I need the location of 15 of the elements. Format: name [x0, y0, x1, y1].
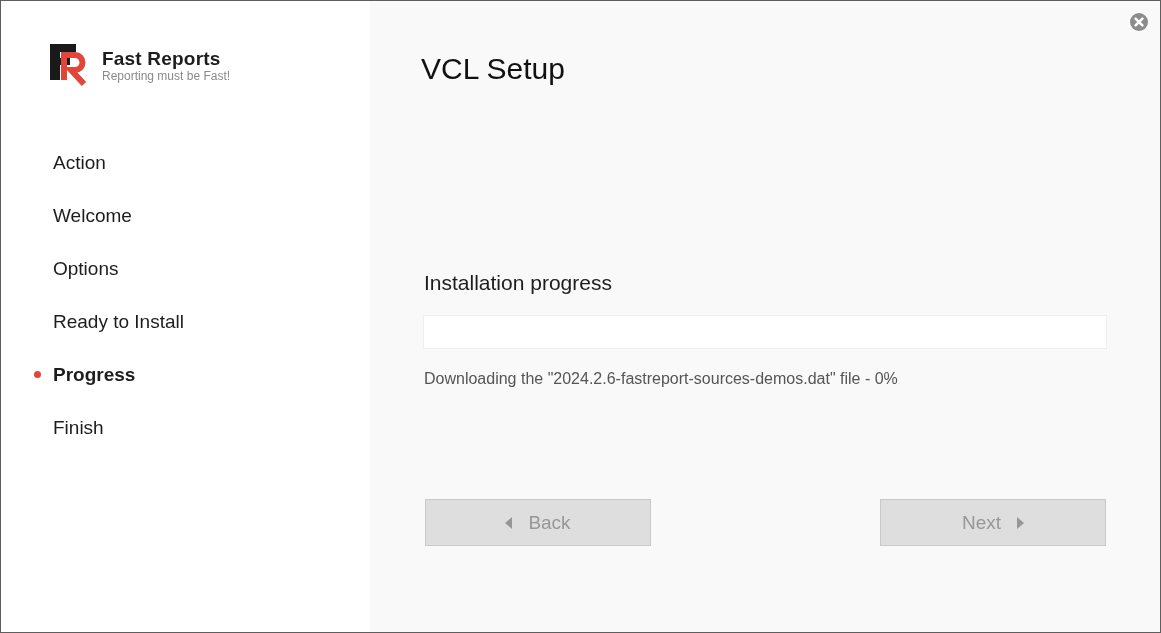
- step-label: Options: [53, 256, 119, 281]
- step-label: Ready to Install: [53, 309, 184, 334]
- close-icon[interactable]: [1130, 13, 1148, 31]
- step-label: Welcome: [53, 203, 132, 228]
- brand-tagline: Reporting must be Fast!: [102, 68, 231, 83]
- step-label: Finish: [53, 415, 104, 440]
- download-status: Downloading the "2024.2.6-fastreport-sources-demos.dat" file - 0%: [424, 370, 898, 388]
- right-triangle-icon: [1017, 516, 1025, 529]
- brand-name: Fast Reports: [102, 47, 221, 69]
- progress-heading: Installation progress: [424, 270, 612, 296]
- step-label: Progress: [53, 362, 136, 387]
- setup-title: VCL Setup: [421, 51, 565, 87]
- step-label: Action: [53, 150, 106, 175]
- logo-icon: [50, 44, 88, 86]
- left-triangle-icon: [505, 516, 513, 529]
